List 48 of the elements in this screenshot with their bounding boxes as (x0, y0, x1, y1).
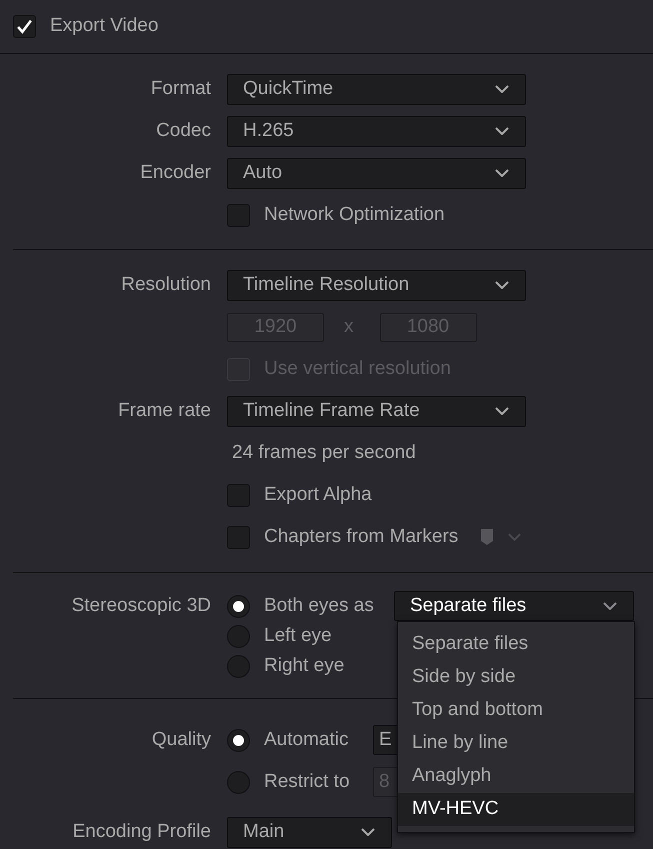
checkbox[interactable] (227, 484, 250, 506)
field-label: Stereoscopic 3D (72, 594, 211, 618)
chevron-down-icon (495, 127, 509, 135)
checkbox-label: Network Optimization (264, 202, 445, 227)
chevron-down-icon (603, 602, 617, 610)
field-label: Encoding Profile (72, 820, 211, 844)
radio-label: Automatic (264, 728, 350, 752)
dropdown[interactable]: QuickTime (227, 74, 526, 104)
chevron-down-icon (508, 533, 522, 541)
menu-item[interactable]: Side by side (398, 661, 634, 694)
menu-item[interactable]: Top and bottom (398, 694, 634, 727)
radio-button[interactable] (227, 624, 250, 648)
radio-button[interactable] (227, 728, 250, 752)
radio-label: Restrict to (264, 770, 351, 794)
radio-button[interactable] (227, 594, 250, 618)
radio-label: Left eye (264, 624, 333, 648)
radio-button[interactable] (227, 654, 250, 678)
dropdown[interactable]: Main (227, 816, 392, 848)
chevron-down-icon (495, 281, 509, 289)
dropdown[interactable]: Separate files (394, 591, 634, 621)
radio-label: Right eye (264, 654, 346, 678)
checkbox[interactable] (227, 526, 250, 548)
chevron-down-icon (361, 828, 375, 836)
dropdown[interactable]: H.265 (227, 116, 526, 146)
dropdown[interactable]: Auto (227, 158, 526, 188)
field-label: Resolution (121, 272, 211, 297)
marker-icon (480, 528, 494, 546)
menu-item[interactable]: MV-HEVC (398, 793, 634, 826)
field-label: Encoder (140, 160, 211, 185)
chevron-down-icon (495, 85, 509, 93)
radio-label: Both eyes as (264, 594, 375, 618)
menu-item[interactable]: Separate files (398, 628, 634, 661)
chevron-down-icon (495, 169, 509, 177)
field-label: Quality (152, 728, 211, 752)
dropdown[interactable]: Timeline Resolution (227, 270, 526, 300)
radio-button[interactable] (227, 770, 250, 794)
dropdown[interactable]: Timeline Frame Rate (227, 396, 526, 426)
checkbox-label: Export Alpha (264, 482, 372, 507)
chevron-down-icon (495, 407, 509, 415)
field-label: Frame rate (118, 398, 211, 423)
checkbox[interactable] (13, 15, 36, 38)
frame-rate-note: 24 frames per second (232, 440, 416, 465)
field-label: Format (150, 76, 211, 101)
checkbox[interactable] (227, 204, 250, 226)
marker-picker[interactable] (480, 528, 522, 546)
field-label: Codec (156, 118, 211, 143)
checkbox-label: Chapters from Markers (264, 524, 458, 549)
export-video-label: Export Video (50, 14, 158, 38)
